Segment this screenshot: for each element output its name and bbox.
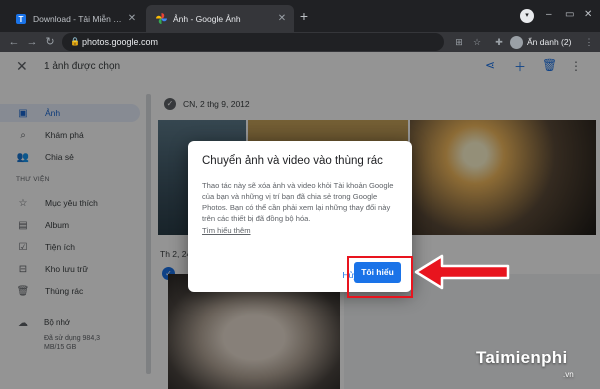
minimize-icon[interactable]: – xyxy=(546,9,552,21)
incognito-profile-button[interactable]: Ẩn danh (2) xyxy=(510,34,571,50)
browser-menu-icon[interactable]: ⋮ xyxy=(582,35,596,49)
tab-search-icon[interactable]: ▾ xyxy=(520,9,534,23)
svg-text:T: T xyxy=(19,15,24,24)
incognito-avatar-icon xyxy=(510,35,523,49)
translate-icon[interactable]: ⊞ xyxy=(452,35,466,49)
lock-icon: 🔒 xyxy=(70,37,80,46)
tab-close-icon[interactable]: ✕ xyxy=(276,13,288,24)
profile-label: Ẩn danh (2) xyxy=(527,37,572,47)
new-tab-button[interactable]: + xyxy=(296,8,312,24)
annotation-highlight-box xyxy=(347,256,413,298)
address-bar[interactable]: 🔒 photos.google.com xyxy=(62,33,444,51)
url-text: photos.google.com xyxy=(82,37,159,47)
browser-tab-google-photos[interactable]: Ảnh - Google Ảnh ✕ xyxy=(146,5,294,32)
extensions-icon[interactable]: ✚ xyxy=(492,35,506,49)
browser-tabstrip: T Download - Tải Miễn Phí VN - Ph ✕ Ảnh … xyxy=(0,0,600,32)
watermark-brand: Taimienphi xyxy=(476,348,568,367)
bookmark-star-icon[interactable]: ☆ xyxy=(470,35,484,49)
browser-tab-download[interactable]: T Download - Tải Miễn Phí VN - Ph ✕ xyxy=(6,5,144,32)
browser-toolbar: ← → ↻ 🔒 photos.google.com ⊞ ☆ ✚ Ẩn danh … xyxy=(0,32,600,52)
tab-close-icon[interactable]: ✕ xyxy=(126,13,138,24)
dialog-title: Chuyển ảnh và video vào thùng rác xyxy=(202,155,383,167)
learn-more-link[interactable]: Tìm hiểu thêm xyxy=(202,226,251,235)
forward-icon[interactable]: → xyxy=(24,34,40,50)
watermark-suffix: .vn xyxy=(563,370,574,379)
back-icon[interactable]: ← xyxy=(6,34,22,50)
dialog-body: Thao tác này sẽ xóa ảnh và video khỏi Tà… xyxy=(202,181,394,223)
close-window-icon[interactable]: ✕ xyxy=(584,9,592,21)
reload-icon[interactable]: ↻ xyxy=(42,34,58,50)
google-photos-favicon-icon xyxy=(155,13,167,25)
taimienphi-favicon-icon: T xyxy=(15,13,27,25)
maximize-icon[interactable]: ▭ xyxy=(565,9,574,21)
tab-title: Ảnh - Google Ảnh xyxy=(173,13,241,24)
annotation-arrow-icon xyxy=(414,254,510,290)
tab-title: Download - Tải Miễn Phí VN - Ph xyxy=(33,13,126,24)
